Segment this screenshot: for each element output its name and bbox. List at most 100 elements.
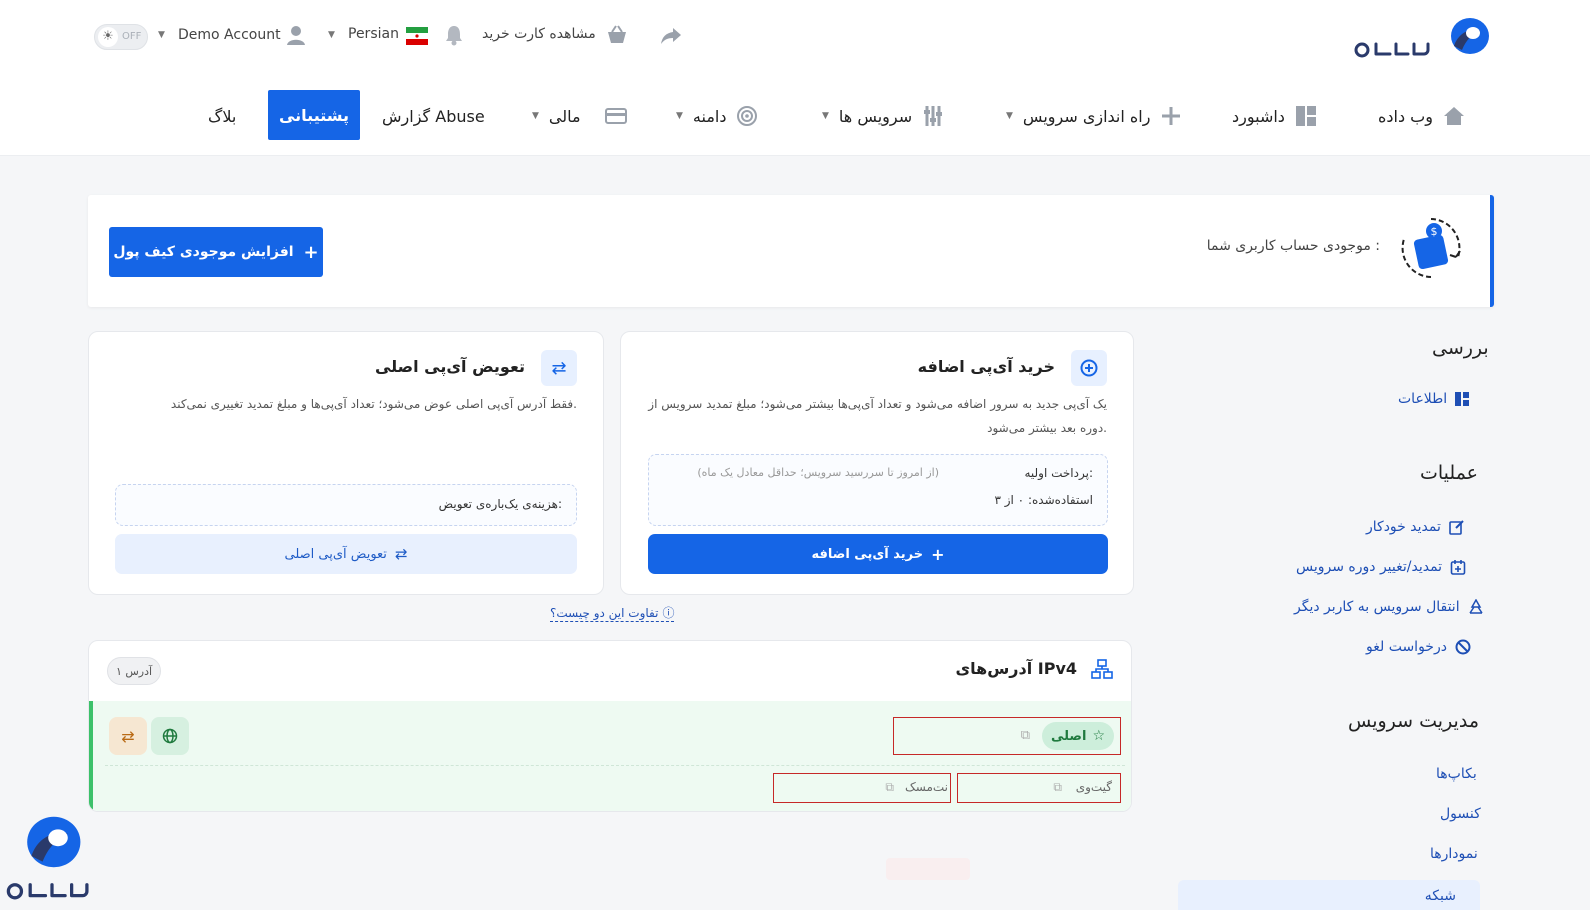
- primary-ip-field[interactable]: اصلی ☆ ⧉: [893, 717, 1121, 755]
- gateway-field[interactable]: گیت‌وی ⧉: [957, 773, 1121, 803]
- sidebar-item-network[interactable]: شبکه: [1178, 880, 1480, 910]
- sidebar-item-charts[interactable]: نمودارها: [1430, 846, 1478, 862]
- sidebar-item-label: درخواست لغو: [1366, 639, 1447, 655]
- nav-domain-label: دامنه: [692, 106, 727, 126]
- copy-icon[interactable]: ⧉: [1021, 728, 1030, 743]
- swap-arrows-icon: ⇄: [394, 545, 408, 563]
- buy-ip-title: خرید آی‌پی اضافه: [917, 357, 1055, 376]
- nav-support-button[interactable]: پشتیبانی: [268, 90, 360, 140]
- nav-dashboard[interactable]: داشبورد: [1232, 98, 1317, 134]
- ipv4-title: آدرس‌های IPv4: [955, 659, 1077, 678]
- nav-home[interactable]: وب داده: [1378, 98, 1465, 134]
- credit-card-icon: [604, 108, 627, 124]
- nav-dashboard-label: داشبورد: [1232, 106, 1285, 126]
- basket-icon[interactable]: [606, 24, 628, 46]
- sidebar-item-auto-renew[interactable]: تمدید خودکار: [1366, 519, 1465, 535]
- sidebar-item-label: انتقال سرویس به کاربر دیگر: [1294, 599, 1460, 615]
- nav-home-label: وب داده: [1378, 106, 1433, 126]
- nav-support-label: پشتیبانی: [278, 105, 350, 125]
- edit-icon: [1449, 520, 1464, 535]
- ipv4-row: اصلی ☆ ⧉ ⇄ گیت‌وی ⧉ نت‌مسک ⧉: [89, 701, 1131, 811]
- wallet-card: افزایش موجودی کیف پول + موجودی حساب کارب…: [88, 195, 1494, 307]
- sidebar-review-title: بررسی: [1432, 337, 1489, 359]
- sidebar-item-label: کنسول: [1440, 806, 1481, 822]
- ipv4-count-label: ۱ آدرس: [115, 664, 153, 678]
- swap-cost-label: هزینه‌ی یک‌باره‌ی تعویض:: [438, 497, 562, 511]
- theme-toggle[interactable]: ☀ OFF: [94, 24, 148, 50]
- theme-toggle-state: OFF: [122, 31, 142, 42]
- primary-badge: اصلی ☆: [1042, 722, 1114, 750]
- sun-icon: ☀: [98, 27, 118, 47]
- recycle-icon: [1468, 599, 1483, 614]
- swap-arrows-icon: ⇄: [541, 350, 577, 386]
- network-icon: [1091, 659, 1113, 679]
- swap-arrows-icon: ⇄: [121, 726, 135, 746]
- globe-icon: [162, 728, 178, 744]
- sidebar-item-label: اطلاعات: [1398, 391, 1448, 407]
- sidebar-item-cancel-request[interactable]: درخواست لغو: [1366, 639, 1471, 655]
- target-icon: [737, 106, 758, 126]
- sidebar-item-backups[interactable]: بکاپ‌ها: [1436, 766, 1477, 782]
- header: مشاهده کارت خرید Persian ▼ Demo Account …: [0, 0, 1590, 156]
- star-icon: ☆: [1092, 728, 1106, 744]
- nav-blog-label: بلاگ: [208, 106, 237, 126]
- sidebar-management-title: مدیریت سرویس: [1348, 710, 1479, 732]
- dashboard-icon: [1455, 392, 1470, 406]
- user-icon[interactable]: [286, 24, 306, 46]
- floating-brand-logo[interactable]: [0, 814, 106, 910]
- difference-help-link[interactable]: تفاوت این دو چیست؟ ⓘ: [550, 604, 675, 622]
- buy-extra-ip-label: خرید آی‌پی اضافه: [811, 546, 924, 562]
- sidebar-item-transfer[interactable]: انتقال سرویس به کاربر دیگر: [1294, 599, 1484, 615]
- language-selector[interactable]: Persian: [348, 26, 399, 42]
- swap-ip-title: تعویض آی‌پی اصلی: [374, 357, 525, 376]
- nav-finance[interactable]: ▼ مالی: [532, 98, 627, 134]
- add-wallet-balance-label: افزایش موجودی کیف پول: [113, 244, 294, 260]
- primary-badge-label: اصلی: [1050, 728, 1087, 744]
- plus-circle-icon: [1071, 350, 1107, 386]
- sidebar-item-label: تمدید خودکار: [1366, 519, 1441, 535]
- buy-ip-description-2: دوره بعد بیشتر می‌شود.: [987, 421, 1107, 435]
- row-divider: [105, 765, 1125, 766]
- brand-logo[interactable]: [1354, 16, 1490, 60]
- swap-primary-ip-label: تعویض آی‌پی اصلی: [284, 546, 387, 562]
- nav-abuse-label: گزارش Abuse: [382, 106, 485, 126]
- nav-blog[interactable]: بلاگ: [208, 98, 236, 134]
- ip-usage-count: استفاده‌شده: ۰ از ۳: [994, 493, 1093, 507]
- wallet-refresh-icon: $: [1401, 218, 1461, 278]
- netmask-label: نت‌مسک: [905, 780, 948, 794]
- copy-icon[interactable]: ⧉: [1053, 780, 1062, 795]
- nav-domain[interactable]: ▼ دامنه: [676, 98, 758, 134]
- logo-wordmark-icon: [6, 883, 89, 900]
- copy-icon[interactable]: ⧉: [885, 780, 894, 795]
- globe-button[interactable]: [151, 717, 189, 755]
- swap-ip-description: فقط آدرس آی‌پی اصلی عوض می‌شود؛ تعداد آی…: [170, 397, 577, 411]
- share-icon[interactable]: [660, 26, 682, 46]
- swap-ip-cost-box: هزینه‌ی یک‌باره‌ی تعویض:: [115, 484, 577, 526]
- nav-setup-label: راه اندازی سرویس: [1022, 106, 1151, 126]
- chevron-down-icon[interactable]: ▼: [158, 30, 165, 40]
- sidebar-item-renew-period[interactable]: تمدید/تغییر دوره سرویس: [1296, 559, 1466, 575]
- nav-setup[interactable]: ▼ راه اندازی سرویس: [1006, 98, 1182, 134]
- sidebar-item-info[interactable]: اطلاعات: [1398, 391, 1470, 407]
- account-menu[interactable]: Demo Account: [178, 27, 281, 43]
- sidebar-item-console[interactable]: کنسول: [1440, 806, 1481, 822]
- add-wallet-balance-button[interactable]: افزایش موجودی کیف پول +: [109, 227, 323, 277]
- sliders-icon: [924, 106, 943, 126]
- bell-icon[interactable]: [444, 24, 464, 46]
- swap-primary-ip-button[interactable]: تعویض آی‌پی اصلی ⇄: [115, 534, 577, 574]
- nav-services[interactable]: ▼ سرویس ها: [822, 98, 944, 134]
- sidebar-item-label: شبکه: [1424, 888, 1456, 904]
- sidebar-item-label: نمودارها: [1430, 846, 1478, 862]
- difference-help-label: تفاوت این دو چیست؟: [550, 605, 659, 620]
- loading-placeholder: [886, 858, 970, 880]
- nav-services-label: سرویس ها: [838, 106, 913, 126]
- sidebar-operations-title: عملیات: [1420, 462, 1479, 484]
- plus-icon: +: [303, 241, 319, 263]
- chevron-down-icon[interactable]: ▼: [328, 30, 335, 40]
- cart-link[interactable]: مشاهده کارت خرید: [482, 26, 596, 42]
- buy-extra-ip-button[interactable]: خرید آی‌پی اضافه +: [648, 534, 1108, 574]
- nav-abuse[interactable]: گزارش Abuse: [382, 98, 485, 134]
- netmask-field[interactable]: نت‌مسک ⧉: [773, 773, 951, 803]
- swap-ip-row-button[interactable]: ⇄: [109, 717, 147, 755]
- logo-mark-icon: [1451, 18, 1489, 54]
